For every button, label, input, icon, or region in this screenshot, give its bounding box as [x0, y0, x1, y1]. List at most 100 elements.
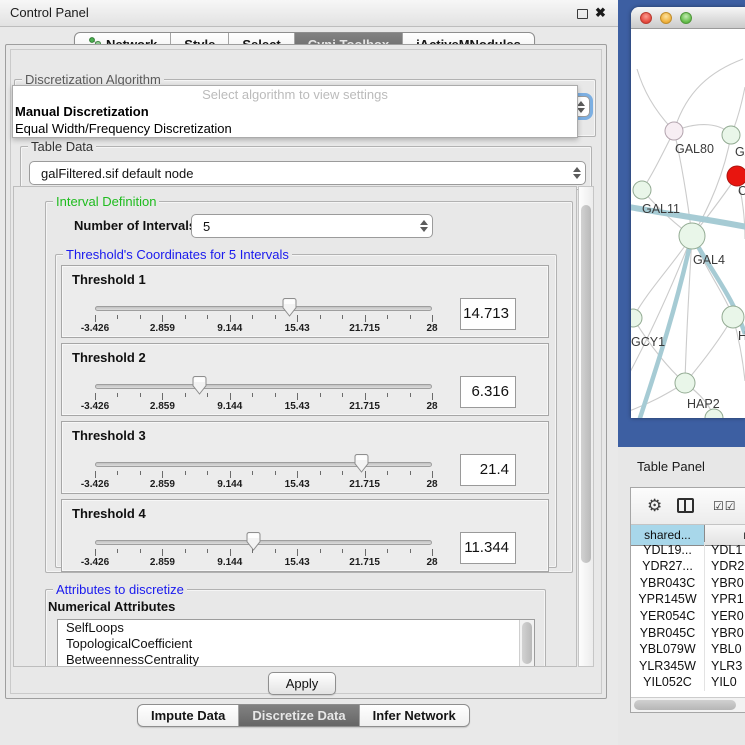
- slider-track[interactable]: [95, 462, 432, 467]
- table-row[interactable]: YDR27...YDR2: [631, 558, 745, 575]
- network-edge[interactable]: [685, 317, 733, 383]
- cell-name: YLR3: [705, 658, 745, 675]
- table-row[interactable]: YPR145WYPR1: [631, 591, 745, 608]
- attribute-list-item[interactable]: SelfLoops: [58, 620, 534, 636]
- table-row[interactable]: YBR043CYBR0: [631, 575, 745, 592]
- minor-tick: [140, 315, 141, 319]
- major-tick: [162, 549, 163, 556]
- table-row[interactable]: YDL19...YDL1: [631, 542, 745, 559]
- threshold-value-field[interactable]: 21.4: [460, 454, 516, 486]
- cell-name: YDR2: [705, 558, 745, 575]
- threshold-value-field[interactable]: 11.344: [460, 532, 516, 564]
- attribute-list-item[interactable]: BetweennessCentrality: [58, 652, 534, 667]
- apply-button[interactable]: Apply: [268, 672, 336, 695]
- table-data-combo[interactable]: galFiltered.sif default node: [29, 161, 586, 185]
- major-tick: [365, 549, 366, 556]
- gear-icon[interactable]: ⚙: [647, 496, 662, 516]
- threshold-value-field[interactable]: 14.713: [460, 298, 516, 330]
- attributes-scrollbar[interactable]: [519, 620, 534, 667]
- combo-stepper-icon: [416, 215, 432, 237]
- network-edge[interactable]: [637, 69, 674, 131]
- right-region: GAL80GACGAL11GAL4GCY1HHAP2 Table Panel ⚙…: [618, 0, 745, 745]
- group-title-thresholds: Threshold's Coordinates for 5 Intervals: [63, 247, 292, 262]
- node-label-gal11: GAL11: [642, 202, 680, 216]
- table-row[interactable]: YLR345WYLR3: [631, 658, 745, 675]
- tick-label: 21.715: [349, 401, 380, 412]
- minor-tick: [185, 471, 186, 475]
- network-node[interactable]: [633, 181, 651, 199]
- minor-tick: [275, 549, 276, 553]
- tab-label: Impute Data: [151, 708, 225, 723]
- minor-tick: [140, 471, 141, 475]
- cell-name: YDL1: [705, 542, 745, 559]
- major-tick: [365, 315, 366, 322]
- select-columns-icon[interactable]: ☑☑: [713, 499, 737, 513]
- slider-track[interactable]: [95, 384, 432, 389]
- tab-discretize-data[interactable]: Discretize Data: [238, 705, 358, 726]
- number-of-intervals-combo[interactable]: 5: [191, 214, 433, 238]
- network-node[interactable]: [675, 373, 695, 393]
- slider-thumb[interactable]: [354, 454, 369, 473]
- zoom-traffic-light-icon[interactable]: [680, 12, 692, 24]
- major-tick: [432, 471, 433, 478]
- table-horizontal-scrollbar[interactable]: [631, 697, 745, 712]
- major-tick: [297, 471, 298, 478]
- minimize-traffic-light-icon[interactable]: [660, 12, 672, 24]
- network-node[interactable]: [722, 126, 740, 144]
- minor-tick: [117, 393, 118, 397]
- tick-label: 15.43: [285, 479, 310, 490]
- network-canvas[interactable]: GAL80GACGAL11GAL4GCY1HHAP2: [631, 29, 745, 418]
- slider-track[interactable]: [95, 306, 432, 311]
- algorithm-option-equal-width[interactable]: Equal Width/Frequency Discretization: [13, 120, 577, 137]
- network-node[interactable]: [665, 122, 683, 140]
- tick-label: 9.144: [217, 479, 242, 490]
- table-row[interactable]: YBR045CYBR0: [631, 625, 745, 642]
- panel-scrollbar[interactable]: [578, 186, 594, 667]
- slider-thumb[interactable]: [282, 298, 297, 317]
- slider-track[interactable]: [95, 540, 432, 545]
- algorithm-option-manual[interactable]: Manual Discretization: [13, 103, 577, 120]
- bottom-tab-bar: Impute Data Discretize DataInfer Network: [137, 704, 470, 727]
- table-row[interactable]: YER054CYER0: [631, 608, 745, 625]
- node-label-hap2: HAP2: [687, 397, 720, 411]
- close-icon[interactable]: ✖: [595, 5, 606, 21]
- threshold-panel-1: Threshold 1-3.4262.8599.14415.4321.71528…: [61, 265, 549, 338]
- minor-tick: [320, 549, 321, 553]
- tick-label: 9.144: [217, 323, 242, 334]
- node-table: ⚙ ☑☑ shared...naYDL19...YDL1YDR27...YDR2…: [630, 487, 745, 713]
- attributes-scrollbar-thumb[interactable]: [522, 622, 532, 664]
- network-node[interactable]: [727, 166, 745, 186]
- table-row[interactable]: YBL079WYBL0: [631, 641, 745, 658]
- threshold-value-field[interactable]: 6.316: [460, 376, 516, 408]
- tick-label: 21.715: [349, 557, 380, 568]
- float-icon[interactable]: [577, 9, 588, 19]
- tick-label: 15.43: [285, 323, 310, 334]
- major-tick: [162, 471, 163, 478]
- numerical-attributes-label: Numerical Attributes: [48, 599, 175, 614]
- table-panel: Table Panel ⚙ ☑☑ shared...naYDL19...YDL1…: [618, 447, 745, 745]
- network-window: GAL80GACGAL11GAL4GCY1HHAP2: [631, 7, 745, 418]
- tab-infer-network[interactable]: Infer Network: [359, 705, 469, 726]
- tick-label: 28: [426, 557, 437, 568]
- table-hscroll-thumb[interactable]: [634, 700, 736, 710]
- network-node[interactable]: [722, 306, 744, 328]
- table-row[interactable]: YIL052CYIL0: [631, 674, 745, 691]
- tick-label: 2.859: [150, 323, 175, 334]
- network-node[interactable]: [679, 223, 705, 249]
- minor-tick: [320, 471, 321, 475]
- close-traffic-light-icon[interactable]: [640, 12, 652, 24]
- network-node[interactable]: [631, 309, 642, 327]
- numerical-attributes-list[interactable]: SelfLoopsTopologicalCoefficientBetweenne…: [57, 619, 535, 667]
- panel-scrollbar-thumb[interactable]: [581, 205, 591, 563]
- table-data-combo-value: galFiltered.sif default node: [30, 166, 569, 181]
- network-edge[interactable]: [674, 59, 743, 131]
- slider-thumb[interactable]: [246, 532, 261, 551]
- split-columns-icon[interactable]: [677, 498, 694, 513]
- tab-impute-data[interactable]: Impute Data: [138, 705, 238, 726]
- network-edge[interactable]: [642, 131, 674, 190]
- network-window-titlebar: [631, 7, 745, 29]
- minor-tick: [140, 393, 141, 397]
- slider-thumb[interactable]: [192, 376, 207, 395]
- attribute-list-item[interactable]: TopologicalCoefficient: [58, 636, 534, 652]
- thresholds-group: Threshold's Coordinates for 5 Intervals …: [55, 254, 557, 568]
